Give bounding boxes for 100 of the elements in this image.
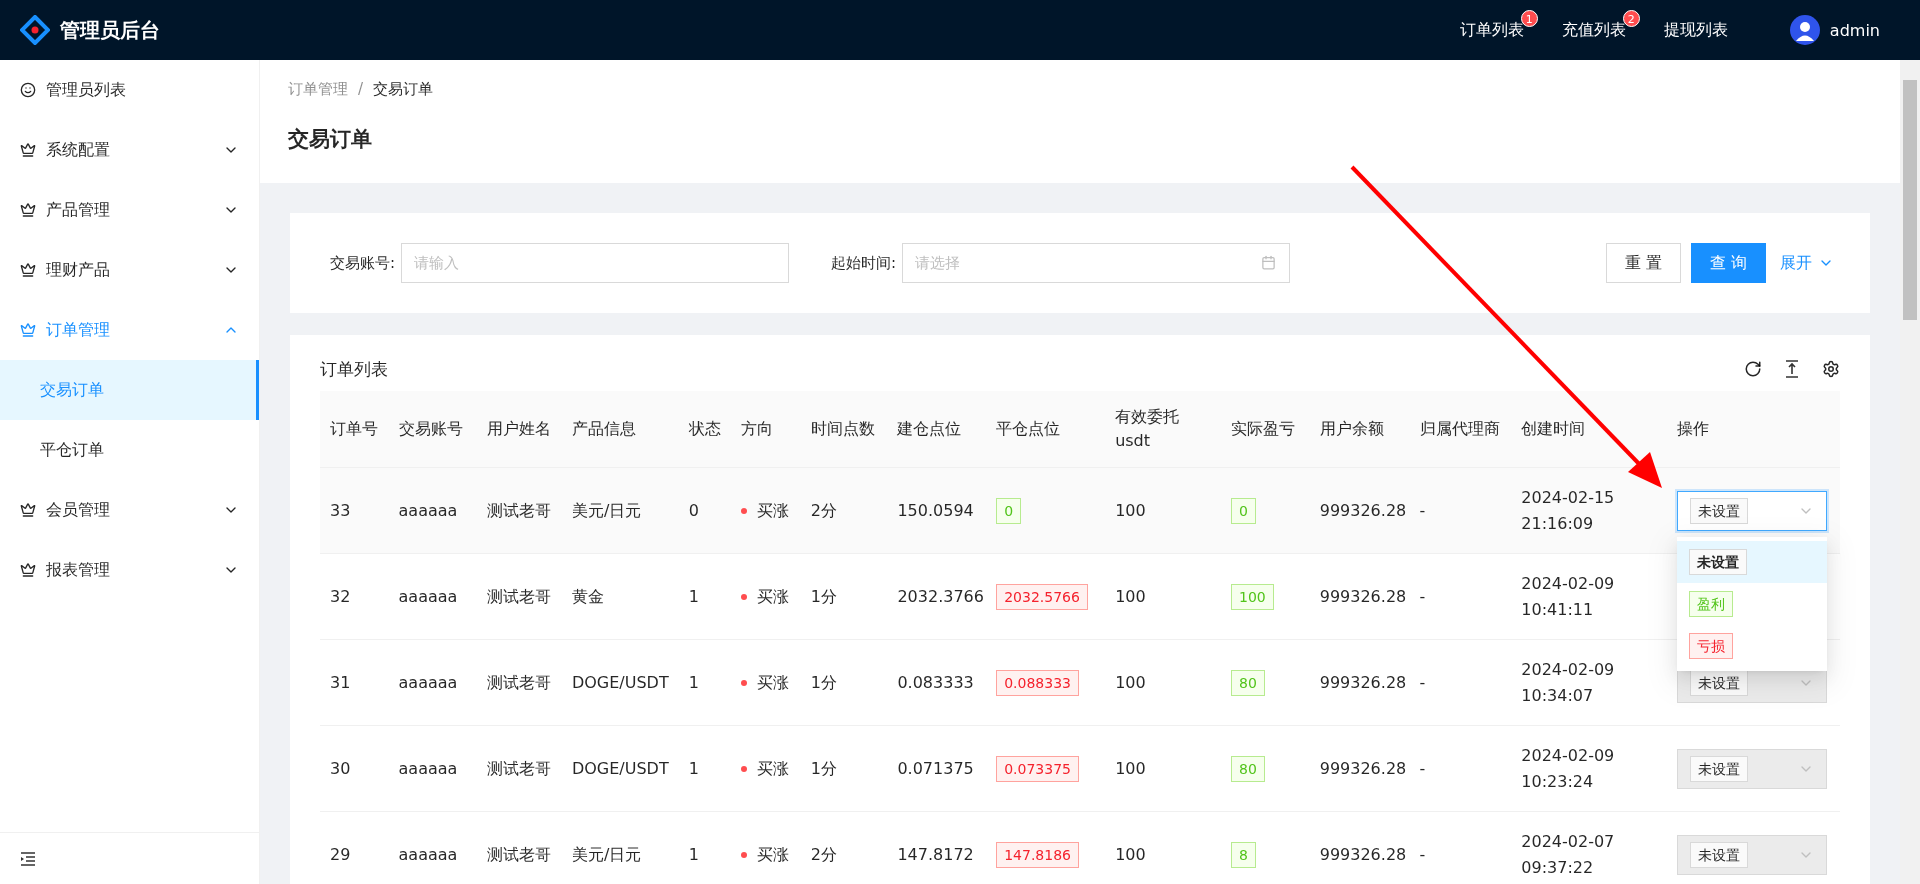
column-header: 用户余额: [1309, 391, 1410, 468]
table-cell: 31: [320, 639, 389, 726]
direction-dot: [741, 594, 748, 601]
profit-tag: 80: [1231, 669, 1265, 696]
sidebar-label: 理财产品: [46, 259, 111, 281]
table-cell: 32: [320, 553, 389, 640]
dropdown-option[interactable]: 亏损: [1676, 624, 1827, 667]
column-header: 时间点数: [800, 391, 888, 468]
sidebar-item[interactable]: 报表管理: [0, 540, 259, 600]
column-header: 用户姓名: [477, 391, 562, 468]
direction-text: 买涨: [757, 672, 790, 692]
price-tag: 0: [996, 497, 1022, 524]
table-cell: 黄金: [561, 553, 679, 640]
profit-tag: 0: [1231, 497, 1256, 524]
table-cell: DOGE/USDT: [561, 639, 679, 726]
direction-text: 买涨: [757, 758, 790, 778]
table-cell: 100: [1105, 725, 1222, 812]
nav-link[interactable]: 提现列表: [1663, 19, 1728, 41]
column-header: 状态: [678, 391, 732, 468]
table-cell: aaaaaa: [388, 639, 478, 726]
table-cell: DOGE/USDT: [561, 725, 679, 812]
sidebar-label: 系统配置: [46, 139, 111, 161]
column-header: 建仓点位: [887, 391, 987, 468]
direction-dot: [741, 508, 748, 515]
table-cell: 测试老哥: [477, 639, 562, 726]
price-tag: 0.088333: [996, 669, 1079, 696]
table-cell: 测试老哥: [477, 725, 562, 812]
table-cell: 2024-02-09 10:34:07: [1511, 639, 1667, 726]
table-cell: aaaaaa: [388, 467, 478, 554]
table-cell: 999326.28: [1309, 725, 1410, 812]
table-cell: 100: [1105, 467, 1222, 554]
column-header: 创建时间: [1511, 391, 1667, 468]
column-header: 实际盈亏: [1221, 391, 1310, 468]
table-cell: -: [1409, 467, 1512, 554]
table-cell: 0: [678, 467, 732, 554]
avatar-icon: [1789, 15, 1820, 45]
reload-icon[interactable]: [1744, 360, 1762, 378]
sidebar-item[interactable]: 理财产品: [0, 240, 259, 300]
direction-text: 买涨: [757, 500, 790, 520]
column-header: 归属代理商: [1409, 391, 1512, 468]
sidebar-item[interactable]: 系统配置: [0, 120, 259, 180]
sidebar-item[interactable]: 管理员列表: [0, 60, 259, 120]
table-cell: 0.071375: [887, 725, 987, 812]
settings-icon[interactable]: [1822, 360, 1840, 378]
column-header: 交易账号: [388, 391, 478, 468]
table-cell: 美元/日元: [561, 467, 679, 554]
page-title: 交易订单: [288, 126, 373, 153]
table-cell: 1: [678, 553, 732, 640]
table-cell: 1: [678, 639, 732, 726]
crown-icon: [20, 562, 36, 578]
table-cell: 2024-02-15 21:16:09: [1511, 467, 1667, 554]
profit-tag: 8: [1231, 841, 1256, 868]
direction-dot: [741, 766, 748, 773]
table-cell: -: [1409, 725, 1512, 812]
select-value: 未设置: [1689, 755, 1748, 782]
crown-icon: [20, 322, 36, 338]
column-header: 方向: [731, 391, 801, 468]
direction-dot: [741, 680, 748, 687]
sidebar-label: 管理员列表: [46, 79, 127, 101]
sidebar-subitem[interactable]: 平仓订单: [0, 420, 259, 480]
calendar-icon: [1261, 255, 1277, 270]
sidebar-label: 订单管理: [46, 319, 111, 341]
table-cell: 测试老哥: [477, 467, 562, 554]
crown-icon: [20, 142, 36, 158]
input-field[interactable]: 请输入: [401, 243, 790, 283]
sidebar-item[interactable]: 会员管理: [0, 480, 259, 540]
table-cell: 100: [1105, 553, 1222, 640]
crown-icon: [20, 262, 36, 278]
outcome-select[interactable]: 未设置: [1676, 490, 1827, 531]
price-tag: 0.073375: [996, 755, 1079, 782]
crown-icon: [20, 202, 36, 218]
breadcrumb-separator: /: [358, 80, 364, 99]
app-title: 管理员后台: [60, 16, 160, 44]
table-cell: 2032.3766: [887, 553, 987, 640]
sidebar-label: 报表管理: [46, 559, 111, 581]
reset-button[interactable]: 重 置: [1605, 243, 1681, 283]
direction-text: 买涨: [757, 586, 790, 606]
table-cell: 1分: [800, 639, 888, 726]
table-cell: -: [1409, 639, 1512, 726]
table-cell: 2024-02-09 10:41:11: [1511, 553, 1667, 640]
logo-icon: [20, 15, 50, 45]
column-header: 有效委托usdt: [1105, 391, 1222, 468]
sidebar-label: 产品管理: [46, 199, 111, 221]
price-tag: 147.8186: [996, 841, 1079, 868]
user-name[interactable]: admin: [1829, 20, 1880, 40]
select-value: 未设置: [1689, 669, 1748, 696]
table-cell: 2024-02-09 10:23:24: [1511, 725, 1667, 812]
scrollbar[interactable]: [1900, 60, 1920, 884]
sidebar-item[interactable]: 产品管理: [0, 180, 259, 240]
table-cell: 2分: [800, 467, 888, 554]
column-height-icon[interactable]: [1784, 360, 1800, 378]
date-field[interactable]: 请选择: [902, 243, 1291, 283]
column-header: 产品信息: [561, 391, 679, 468]
dropdown-option[interactable]: 未设置: [1676, 540, 1827, 583]
table-cell: 999326.28: [1309, 639, 1410, 726]
table-cell: 999326.28: [1309, 553, 1410, 640]
menu-fold-icon[interactable]: [20, 851, 36, 866]
direction-dot: [741, 852, 748, 859]
table-cell: 测试老哥: [477, 553, 562, 640]
table-cell: 1分: [800, 553, 888, 640]
